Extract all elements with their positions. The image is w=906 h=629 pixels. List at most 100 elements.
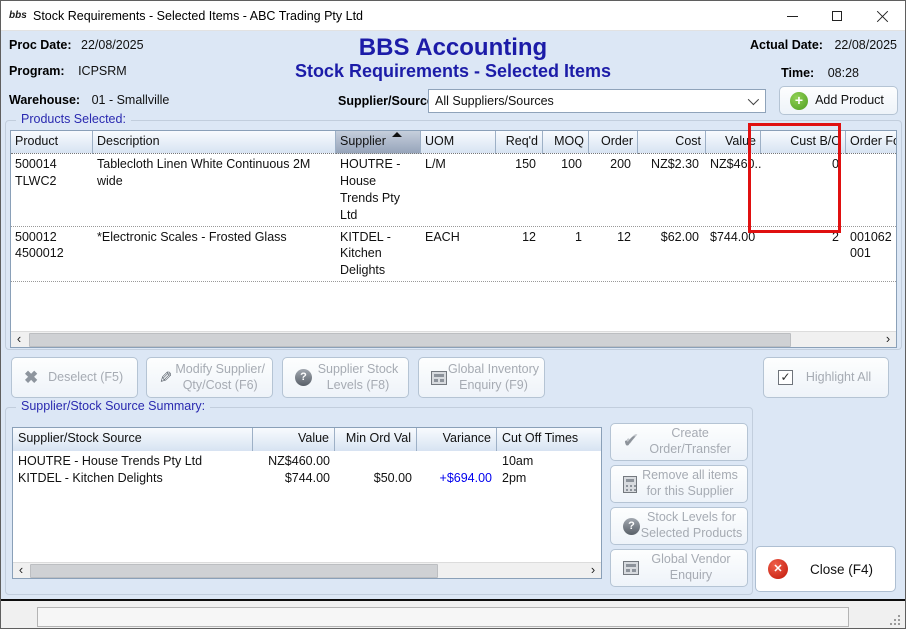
warehouse-value: 01 - Smallville <box>92 93 170 107</box>
actual-date-value: 22/08/2025 <box>834 38 897 52</box>
actual-date: Actual Date: 22/08/2025 <box>750 38 897 52</box>
deselect-x-icon: ✖ <box>24 368 38 388</box>
cell-supplier-source: HOUTRE - House Trends Pty Ltd <box>13 453 253 470</box>
cell-value: $744.00 <box>253 470 335 487</box>
close-window-button[interactable] <box>860 1 905 31</box>
create-order-transfer-button[interactable]: ✔ Create Order/Transfer <box>610 423 748 461</box>
double-check-icon: ✔ <box>623 432 637 452</box>
scroll-left-icon[interactable]: ‹ <box>13 563 29 579</box>
supplier-source-label: Supplier/Source: <box>338 94 438 108</box>
app-logo-icon: bbs <box>9 7 29 25</box>
warehouse-label: Warehouse: <box>9 93 80 107</box>
scroll-right-icon[interactable]: › <box>585 563 601 579</box>
column-header-uom[interactable]: UOM <box>421 131 496 154</box>
minimize-button[interactable] <box>770 1 815 31</box>
cell-value: NZ$460.00 <box>253 453 335 470</box>
screen-title: Stock Requirements - Selected Items <box>1 61 905 82</box>
global-vendor-enquiry-button[interactable]: Global Vendor Enquiry <box>610 549 748 587</box>
remove-all-items-button[interactable]: Remove all items for this Supplier <box>610 465 748 503</box>
column-header-supplier-label: Supplier <box>340 134 386 148</box>
cell-min-ord-val: $50.00 <box>335 470 417 487</box>
close-f4-label: Close (F4) <box>788 562 895 577</box>
close-f4-button[interactable]: ✕ Close (F4) <box>755 546 896 592</box>
column-header-order-for[interactable]: Order For <box>846 131 896 154</box>
column-header-cost[interactable]: Cost <box>638 131 706 154</box>
column-header-moq[interactable]: MOQ <box>543 131 589 154</box>
products-selected-group: Products Selected: Product Description S… <box>5 120 902 350</box>
cell-uom: EACH <box>421 227 496 282</box>
summary-row-1[interactable]: HOUTRE - House Trends Pty Ltd NZ$460.00 … <box>13 453 601 470</box>
warehouse: Warehouse: 01 - Smallville <box>9 93 169 107</box>
stock-levels-selected-button[interactable]: ? Stock Levels for Selected Products <box>610 507 748 545</box>
products-scrollbar-thumb[interactable] <box>29 333 791 347</box>
column-header-variance[interactable]: Variance <box>417 428 497 451</box>
vendor-terminal-icon <box>623 561 639 575</box>
cell-variance <box>417 453 497 470</box>
column-header-description[interactable]: Description <box>93 131 336 154</box>
add-product-label: Add Product <box>808 93 891 109</box>
column-header-cut-off-times[interactable]: Cut Off Times <box>497 428 601 451</box>
column-header-product[interactable]: Product <box>11 131 93 154</box>
chevron-down-icon <box>748 94 759 105</box>
cell-uom: L/M <box>421 154 496 226</box>
app-window: bbs Stock Requirements - Selected Items … <box>0 0 906 629</box>
column-header-supplier-stock-source[interactable]: Supplier/Stock Source <box>13 428 253 451</box>
summary-row-2[interactable]: KITDEL - Kitchen Delights $744.00 $50.00… <box>13 470 601 487</box>
cell-reqd: 150 <box>496 154 543 226</box>
cell-moq: 1 <box>543 227 589 282</box>
product-row-2[interactable]: 500012 4500012 *Electronic Scales - Fros… <box>11 227 896 283</box>
scroll-left-icon[interactable]: ‹ <box>11 332 27 348</box>
summary-scrollbar-thumb[interactable] <box>30 564 438 578</box>
question-icon: ? <box>623 518 640 535</box>
column-header-cust-bo[interactable]: Cust B/O <box>761 131 846 154</box>
cell-cust-bo: 2 <box>761 227 846 282</box>
title-bar: bbs Stock Requirements - Selected Items … <box>1 1 905 31</box>
cell-cost: $62.00 <box>638 227 706 282</box>
remove-all-items-label: Remove all items for this Supplier <box>637 468 743 499</box>
status-message-field <box>37 607 849 627</box>
modify-supplier-button[interactable]: ✎ Modify Supplier/ Qty/Cost (F6) <box>146 357 273 398</box>
actual-date-label: Actual Date: <box>750 38 823 52</box>
products-grid-header: Product Description Supplier UOM Req'd M… <box>11 131 896 154</box>
products-selected-legend: Products Selected: <box>16 112 131 126</box>
column-header-value[interactable]: Value <box>253 428 335 451</box>
pencil-icon: ✎ <box>159 368 172 388</box>
resize-grip[interactable] <box>890 615 900 625</box>
highlight-all-label: Highlight All <box>793 370 884 386</box>
cell-order-for: 001062 001 <box>846 227 896 282</box>
deselect-button[interactable]: ✖ Deselect (F5) <box>11 357 138 398</box>
plus-icon: + <box>790 92 808 110</box>
supplier-source-dropdown[interactable]: All Suppliers/Sources <box>428 89 766 113</box>
column-header-min-ord-val[interactable]: Min Ord Val <box>335 428 417 451</box>
cell-variance: +$694.00 <box>417 470 497 487</box>
column-header-order[interactable]: Order <box>589 131 638 154</box>
products-horizontal-scrollbar[interactable]: ‹ › <box>11 331 896 347</box>
summary-table: Supplier/Stock Source Value Min Ord Val … <box>12 427 602 579</box>
summary-table-header: Supplier/Stock Source Value Min Ord Val … <box>13 428 601 451</box>
column-header-value[interactable]: Value <box>706 131 761 154</box>
supplier-source-selected-value: All Suppliers/Sources <box>435 94 554 108</box>
red-close-icon: ✕ <box>768 559 788 579</box>
close-icon <box>877 10 889 22</box>
cell-supplier: KITDEL - Kitchen Delights <box>336 227 421 282</box>
inventory-terminal-icon <box>431 371 447 385</box>
product-row-1[interactable]: 500014 TLWC2 Tablecloth Linen White Cont… <box>11 154 896 227</box>
summary-horizontal-scrollbar[interactable]: ‹ › <box>13 562 601 578</box>
time: Time: 08:28 <box>781 66 859 80</box>
cell-reqd: 12 <box>496 227 543 282</box>
scroll-right-icon[interactable]: › <box>880 332 896 348</box>
cell-cut-off-times: 2pm <box>497 470 601 487</box>
cell-order: 200 <box>589 154 638 226</box>
modify-supplier-label: Modify Supplier/ Qty/Cost (F6) <box>172 362 268 393</box>
column-header-supplier[interactable]: Supplier <box>336 131 421 154</box>
cell-product: 500014 TLWC2 <box>11 154 93 226</box>
column-header-reqd[interactable]: Req'd <box>496 131 543 154</box>
add-product-button[interactable]: + Add Product <box>779 86 898 115</box>
supplier-stock-levels-button[interactable]: ? Supplier Stock Levels (F8) <box>282 357 409 398</box>
supplier-stock-levels-label: Supplier Stock Levels (F8) <box>312 362 404 393</box>
highlight-all-button[interactable]: ✓ Highlight All <box>763 357 889 398</box>
maximize-button[interactable] <box>815 1 860 31</box>
question-icon: ? <box>295 369 312 386</box>
cell-description: Tablecloth Linen White Continuous 2M wid… <box>93 154 336 226</box>
global-inventory-enquiry-button[interactable]: Global Inventory Enquiry (F9) <box>418 357 545 398</box>
